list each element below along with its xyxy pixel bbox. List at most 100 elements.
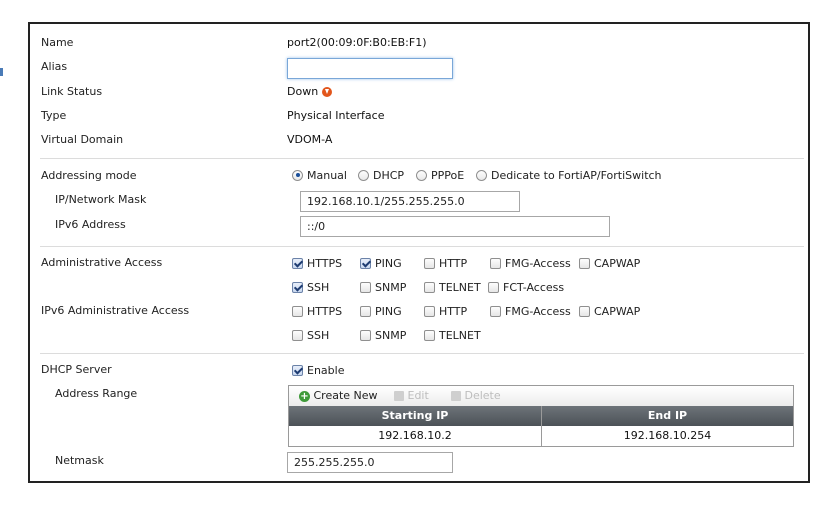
checkbox-icon (292, 329, 303, 341)
grid-toolbar: + Create New Edit Delete (289, 386, 793, 407)
admin-snmp-checkbox[interactable]: SNMP (360, 280, 406, 294)
ipv6-telnet-checkbox[interactable]: TELNET (424, 328, 481, 342)
left-edge-marker (0, 68, 3, 76)
alias-label: Alias (41, 60, 68, 73)
checkbox-icon (360, 281, 371, 293)
delete-button[interactable]: Delete (451, 389, 501, 402)
alias-input[interactable] (287, 58, 453, 79)
checkbox-checked-icon (360, 257, 371, 269)
admin-capwap-label: CAPWAP (594, 256, 641, 270)
admin-capwap-checkbox[interactable]: CAPWAP (579, 256, 640, 270)
vdom-value: VDOM-A (287, 133, 333, 146)
mode-manual-label: Manual (307, 168, 347, 182)
link-status: Down (287, 85, 333, 98)
section-divider (40, 353, 804, 354)
admin-fmg-label: FMG-Access (505, 256, 571, 270)
admin-fct-label: FCT-Access (503, 280, 565, 294)
admin-access-label: Administrative Access (41, 256, 163, 269)
ipv6-http-checkbox[interactable]: HTTP (424, 304, 467, 318)
ipv6-ssh-label: SSH (307, 328, 330, 342)
checkbox-icon (424, 305, 435, 317)
plus-icon: + (299, 390, 310, 402)
ipv6-https-checkbox[interactable]: HTTPS (292, 304, 342, 318)
netmask-label: Netmask (55, 454, 104, 467)
name-label: Name (41, 36, 74, 49)
checkbox-icon (292, 305, 303, 317)
checkbox-icon (490, 305, 501, 317)
netmask-input[interactable]: 255.255.255.0 (287, 452, 453, 473)
edit-icon (394, 391, 404, 401)
mode-dhcp-label: DHCP (373, 168, 405, 182)
ipv6-ping-label: PING (375, 304, 402, 318)
type-label: Type (41, 109, 67, 122)
column-header-starting-ip[interactable]: Starting IP (289, 406, 541, 426)
ipv6-ping-checkbox[interactable]: PING (360, 304, 402, 318)
checkbox-icon (424, 329, 435, 341)
ipv6-address-input[interactable]: ::/0 (300, 216, 610, 237)
admin-ssh-label: SSH (307, 280, 330, 294)
create-new-label: Create New (313, 389, 378, 402)
checkbox-icon (579, 257, 590, 269)
mode-dedicate-radio[interactable]: Dedicate to FortiAP/FortiSwitch (476, 168, 662, 182)
edit-button[interactable]: Edit (394, 389, 429, 402)
admin-fmg-checkbox[interactable]: FMG-Access (490, 256, 571, 270)
ipv6-snmp-checkbox[interactable]: SNMP (360, 328, 406, 342)
admin-ssh-checkbox[interactable]: SSH (292, 280, 329, 294)
delete-label: Delete (464, 389, 501, 402)
vdom-label: Virtual Domain (41, 133, 124, 146)
checkbox-icon (579, 305, 590, 317)
checkbox-checked-icon (292, 281, 303, 293)
column-header-end-ip[interactable]: End IP (542, 406, 793, 426)
mode-dhcp-radio[interactable]: DHCP (358, 168, 404, 182)
dhcp-enable-checkbox[interactable]: Enable (292, 363, 344, 377)
admin-telnet-label: TELNET (439, 280, 481, 294)
admin-http-checkbox[interactable]: HTTP (424, 256, 467, 270)
admin-fct-checkbox[interactable]: FCT-Access (488, 280, 564, 294)
admin-telnet-checkbox[interactable]: TELNET (424, 280, 481, 294)
radio-selected-icon (292, 169, 303, 181)
mode-manual-radio[interactable]: Manual (292, 168, 347, 182)
admin-http-label: HTTP (439, 256, 468, 270)
trash-icon (451, 391, 461, 401)
ipv6-capwap-label: CAPWAP (594, 304, 641, 318)
ipv6-fmg-checkbox[interactable]: FMG-Access (490, 304, 571, 318)
ipv6-fmg-label: FMG-Access (505, 304, 571, 318)
section-divider (40, 246, 804, 247)
ipv6-telnet-label: TELNET (439, 328, 481, 342)
edit-label: Edit (407, 389, 429, 402)
checkbox-icon (424, 257, 435, 269)
mode-dedicate-label: Dedicate to FortiAP/FortiSwitch (491, 168, 662, 182)
ipv6-capwap-checkbox[interactable]: CAPWAP (579, 304, 640, 318)
addressing-mode-label: Addressing mode (41, 169, 137, 182)
admin-ping-checkbox[interactable]: PING (360, 256, 402, 270)
checkbox-icon (360, 329, 371, 341)
address-range-grid: + Create New Edit Delete Starting IP End… (288, 385, 794, 447)
radio-icon (476, 169, 487, 181)
admin-https-label: HTTPS (307, 256, 343, 270)
ip-mask-input[interactable]: 192.168.10.1/255.255.255.0 (300, 191, 520, 212)
type-value: Physical Interface (287, 109, 385, 122)
admin-https-checkbox[interactable]: HTTPS (292, 256, 342, 270)
section-divider (40, 158, 804, 159)
checkbox-icon (490, 257, 501, 269)
checkbox-checked-icon (292, 257, 303, 269)
mode-pppoe-radio[interactable]: PPPoE (416, 168, 464, 182)
ipv6-ssh-checkbox[interactable]: SSH (292, 328, 329, 342)
checkbox-icon (360, 305, 371, 317)
mode-pppoe-label: PPPoE (431, 168, 465, 182)
create-new-button[interactable]: + Create New (299, 389, 378, 402)
name-value: port2(00:09:0F:B0:EB:F1) (287, 36, 427, 49)
ipv6-http-label: HTTP (439, 304, 468, 318)
down-arrow-icon (322, 87, 333, 97)
admin-ping-label: PING (375, 256, 402, 270)
admin-snmp-label: SNMP (375, 280, 407, 294)
dhcp-server-label: DHCP Server (41, 363, 112, 376)
starting-ip-cell: 192.168.10.2 (378, 429, 452, 442)
ipv6-https-label: HTTPS (307, 304, 343, 318)
dhcp-enable-label: Enable (307, 363, 345, 377)
checkbox-checked-icon (292, 364, 303, 376)
radio-icon (358, 169, 369, 181)
end-ip-cell: 192.168.10.254 (623, 429, 712, 442)
ipv6-snmp-label: SNMP (375, 328, 407, 342)
checkbox-icon (488, 281, 499, 293)
